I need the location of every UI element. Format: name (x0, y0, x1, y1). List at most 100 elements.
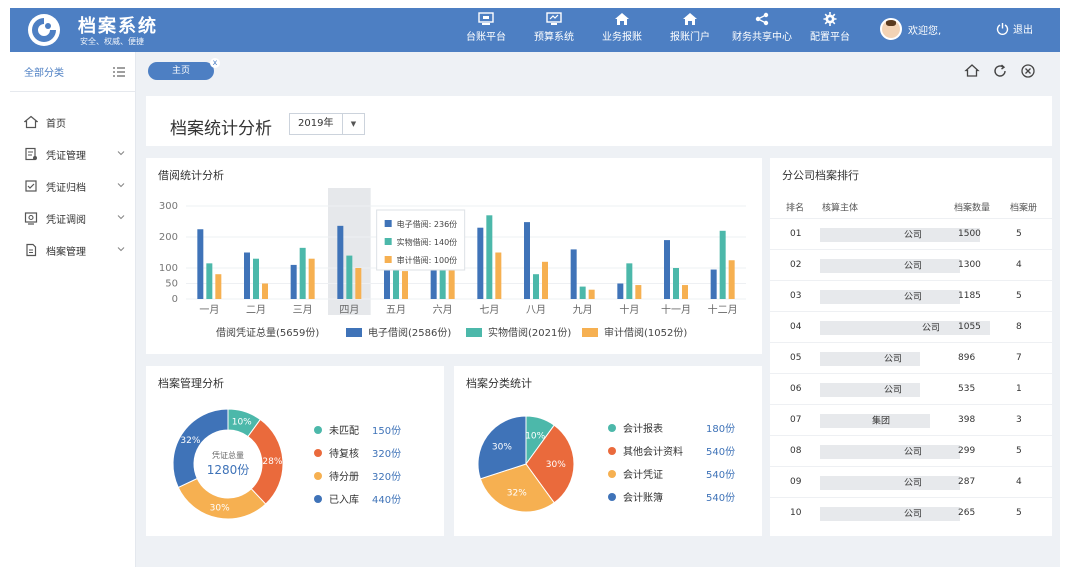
avatar (880, 18, 902, 40)
sidebar-item-voucher-manage[interactable]: 凭证管理 (10, 138, 135, 170)
nav-finance-share-center[interactable]: 财务共享中心 (726, 12, 798, 43)
page-title: 档案统计分析 (170, 119, 272, 139)
cell-volumes: 1 (1016, 384, 1022, 394)
bar-实物借阅 (253, 258, 259, 299)
legend-name: 会计账簿 (623, 493, 663, 504)
nav-business-reimburse[interactable]: 业务报账 (590, 12, 654, 43)
nav-reimburse-portal[interactable]: 报账门户 (658, 12, 722, 43)
year-select-value: 2019年 (298, 118, 334, 129)
file-icon (26, 243, 37, 257)
bar-审计借阅 (495, 252, 502, 299)
cell-volumes: 5 (1016, 229, 1022, 239)
logout-label: 退出 (1013, 25, 1033, 36)
tooltip-swatch (384, 238, 392, 245)
donut-center-label: 凭证总量 (212, 450, 244, 460)
borrow-bar-chart: 050100200300一月 二月 三月 四月 五月 六月 七月 八月 九月 十月 十一月 十二月电子… (159, 188, 746, 339)
table-row: 08 公司 299 5 (770, 435, 1052, 466)
cell-count: 896 (958, 353, 976, 363)
col-count: 档案数量 (954, 203, 991, 214)
welcome-text: 欢迎您, (908, 25, 942, 37)
nav-budget-system[interactable]: 预算系统 (522, 12, 586, 43)
legend-name: 会计报表 (623, 424, 663, 435)
nav-ledger-platform[interactable]: 台账平台 (454, 12, 518, 43)
app-title: 档案系统 (78, 16, 158, 37)
close-circle-icon[interactable] (1020, 63, 1036, 79)
x-tick-label: 三月 (293, 304, 313, 316)
nav-label: 配置平台 (810, 32, 850, 43)
y-tick-label: 100 (159, 263, 178, 274)
tab-home[interactable]: 主页 (148, 62, 214, 80)
slice-label: 32% (180, 436, 200, 446)
redacted-name-bar (820, 259, 960, 273)
power-icon (996, 23, 1009, 35)
cell-volumes: 7 (1016, 353, 1022, 363)
sidebar-item-voucher-archive[interactable]: 凭证归档 (10, 170, 135, 202)
x-tick-label: 十二月 (708, 303, 738, 316)
cell-rank: 06 (790, 384, 802, 394)
title-card: 档案统计分析 2019年 ▼ (146, 96, 1052, 146)
x-tick-label: 六月 (433, 304, 453, 316)
tab-close-icon[interactable]: x (210, 58, 220, 68)
redacted-name-bar (820, 476, 960, 490)
table-row: 07 集团 398 3 (770, 404, 1052, 435)
legend-dot (314, 425, 322, 434)
table-row: 04 公司 1055 8 (770, 311, 1052, 342)
sidebar-item-home[interactable]: 首页 (10, 106, 135, 138)
nav-config-platform[interactable]: 配置平台 (798, 12, 862, 43)
legend-label: 实物借阅(2021份) (488, 326, 571, 339)
cell-rank: 01 (790, 229, 802, 239)
cell-rank: 03 (790, 291, 802, 301)
ranking-card: 分公司档案排行 排名 核算主体 档案数量 档案册 01 公司 1500 5 02 公司 13… (770, 158, 1052, 536)
cell-count: 265 (958, 508, 976, 518)
bar-电子借阅 (617, 283, 624, 299)
bar-审计借阅 (355, 268, 362, 299)
legend-value: 540份 (706, 493, 736, 504)
sidebar-item-voucher-review[interactable]: 凭证调阅 (10, 202, 135, 234)
legend-value: 540份 (706, 447, 736, 458)
x-tick-label: 二月 (246, 304, 266, 316)
cell-rank: 04 (790, 322, 802, 332)
legend-item: 待分册 (314, 468, 359, 483)
cell-count: 535 (958, 384, 976, 394)
borrow-chart-card: 借阅统计分析 0 50 100 200 300 一月 二月 三月 四月 五月 六月 七月 八月 九月 十月十… (146, 158, 762, 354)
legend-name: 未匹配 (329, 426, 359, 437)
legend-item: 会计报表 (608, 420, 663, 435)
voucher-icon (25, 147, 37, 161)
legend-item: 已入库 (314, 491, 359, 506)
slice-label: 30% (210, 504, 230, 514)
user-menu[interactable]: 欢迎您, (880, 18, 941, 40)
table-row: 09 公司 287 4 (770, 466, 1052, 497)
nav-label: 业务报账 (602, 32, 642, 43)
gear-icon (823, 12, 837, 26)
x-tick-label: 七月 (479, 304, 499, 316)
sidebar-header: 全部分类 (10, 52, 135, 92)
sidebar-item-archive-manage[interactable]: 档案管理 (10, 234, 135, 266)
cell-volumes: 4 (1016, 260, 1022, 270)
col-volumes: 档案册 (1010, 203, 1038, 214)
bar-电子借阅 (244, 252, 250, 299)
bar-审计借阅 (308, 258, 315, 299)
nav-label: 财务共享中心 (732, 32, 792, 43)
bar-实物借阅 (346, 255, 353, 299)
home-outline-icon[interactable] (964, 63, 980, 79)
ranking-table-header: 排名 核算主体 档案数量 档案册 (770, 196, 1052, 218)
logout-button[interactable]: 退出 (996, 21, 1033, 36)
bar-电子借阅 (477, 227, 484, 299)
table-row: 05 公司 896 7 (770, 342, 1052, 373)
archive-manage-card: 档案管理分析 10% 28% 30% 32% 凭证总量 1280份 未匹配 150份 待复核 3… (146, 366, 444, 536)
bar-实物借阅 (206, 263, 213, 299)
menu-toggle-icon[interactable] (113, 66, 125, 77)
refresh-icon[interactable] (992, 63, 1008, 79)
year-select[interactable]: 2019年 ▼ (289, 113, 365, 135)
sidebar-heading: 全部分类 (24, 68, 64, 79)
slice-label: 10% (525, 432, 545, 442)
slice-label: 28% (262, 457, 282, 467)
legend-dot (608, 423, 616, 432)
legend-item: 待复核 (314, 445, 359, 460)
bar-审计借阅 (262, 283, 268, 299)
bar-审计借阅 (215, 274, 222, 299)
home-icon (683, 13, 697, 25)
cell-count: 1500 (958, 229, 981, 239)
bar-审计借阅 (682, 285, 688, 299)
tooltip-swatch (384, 256, 392, 263)
